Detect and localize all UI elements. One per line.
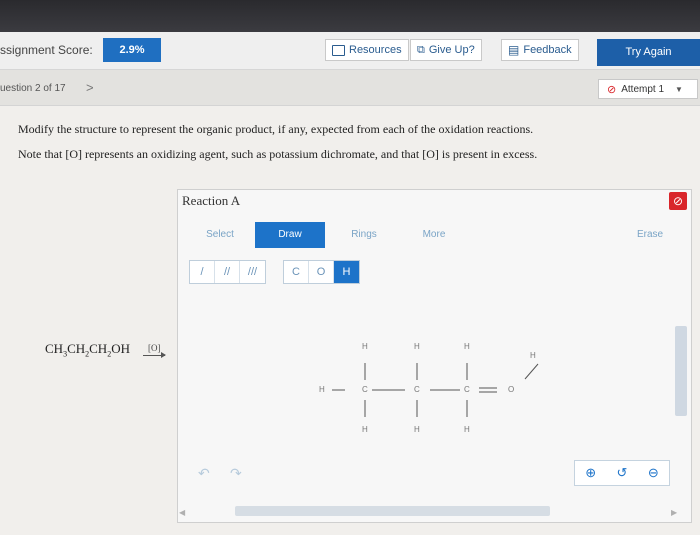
redo-icon[interactable]: ↷ [230, 465, 242, 482]
atom-h[interactable]: H [414, 425, 420, 434]
atom-h[interactable]: H [464, 425, 470, 434]
tab-rings[interactable]: Rings [346, 222, 382, 248]
next-question-arrow[interactable]: > [86, 80, 94, 95]
reaction-arrow [143, 352, 166, 358]
atom-h[interactable]: H [530, 351, 536, 360]
atom-h[interactable]: H [464, 342, 470, 351]
feedback-button[interactable]: ▤ Feedback [501, 39, 579, 61]
screen-top-edge [0, 0, 700, 32]
question-counter: uestion 2 of 17 [0, 83, 66, 94]
tab-select[interactable]: Select [201, 222, 239, 248]
assignment-score-badge: 2.9% [103, 38, 161, 62]
atom-o[interactable]: O [508, 385, 514, 394]
tab-more[interactable]: More [418, 222, 450, 248]
horizontal-scrollbar[interactable] [235, 506, 550, 516]
feedback-label: Feedback [523, 44, 572, 56]
zoom-in-icon[interactable]: ⊕ [585, 465, 596, 481]
triple-bond-button[interactable]: /// [240, 261, 265, 283]
assignment-score-label: ssignment Score: [0, 43, 93, 57]
assignment-toolbar: ssignment Score: 2.9% Resources ⧉ Give U… [0, 32, 700, 70]
scroll-left-arrow[interactable]: ◀ [179, 508, 185, 517]
zoom-out-icon[interactable]: ⊖ [648, 465, 659, 481]
atom-h[interactable]: H [362, 342, 368, 351]
scroll-right-arrow[interactable]: ▶ [671, 508, 677, 517]
bond-toolbar: / // /// [189, 260, 266, 284]
give-up-button[interactable]: ⧉ Give Up? [410, 39, 482, 61]
ban-icon: ⊘ [607, 83, 617, 96]
atom-c[interactable]: C [362, 385, 368, 394]
resources-label: Resources [349, 44, 402, 56]
single-bond-button[interactable]: / [190, 261, 215, 283]
give-up-label: Give Up? [428, 44, 475, 56]
attempt-dropdown[interactable]: ⊘ Attempt 1 ▼ [598, 79, 698, 99]
give-up-icon: ⧉ [417, 43, 425, 56]
comment-icon: ▤ [508, 43, 520, 57]
tab-draw[interactable]: Draw [255, 222, 325, 248]
atom-h[interactable]: H [362, 425, 368, 434]
try-again-button[interactable]: Try Again [597, 39, 700, 66]
reset-view-icon[interactable]: ↺ [617, 465, 628, 481]
molecule-canvas[interactable]: H H H H H C C C O H H H [310, 335, 550, 445]
tab-erase[interactable]: Erase [630, 222, 670, 248]
zoom-controls: ⊕ ↺ ⊖ [574, 460, 670, 486]
instruction-line-1: Modify the structure to represent the or… [18, 122, 534, 136]
clear-icon[interactable]: ⊘ [669, 192, 687, 210]
attempt-label: Attempt 1 [621, 83, 665, 95]
reagent-label: [O] [148, 343, 161, 353]
question-nav-bar: uestion 2 of 17 > ⊘ Attempt 1 ▼ [0, 70, 700, 106]
bond-o-h [524, 363, 539, 380]
book-icon [332, 44, 345, 56]
vertical-scrollbar[interactable] [675, 326, 687, 416]
chevron-down-icon: ▼ [675, 84, 683, 94]
atom-h[interactable]: H [414, 342, 420, 351]
double-bond-button[interactable]: // [215, 261, 240, 283]
atom-c[interactable]: C [464, 385, 470, 394]
resources-button[interactable]: Resources [325, 39, 409, 61]
atom-h[interactable]: H [319, 385, 325, 394]
instruction-line-2: Note that [O] represents an oxidizing ag… [18, 147, 538, 161]
carbon-atom-button[interactable]: C [284, 261, 309, 283]
panel-title: Reaction A [182, 193, 241, 208]
undo-icon[interactable]: ↶ [198, 465, 210, 482]
atom-toolbar: C O H [283, 260, 360, 284]
oxygen-atom-button[interactable]: O [309, 261, 334, 283]
hydrogen-atom-button[interactable]: H [334, 261, 359, 283]
reactant-formula: CH3CH2CH2OH [45, 341, 130, 359]
atom-c[interactable]: C [414, 385, 420, 394]
